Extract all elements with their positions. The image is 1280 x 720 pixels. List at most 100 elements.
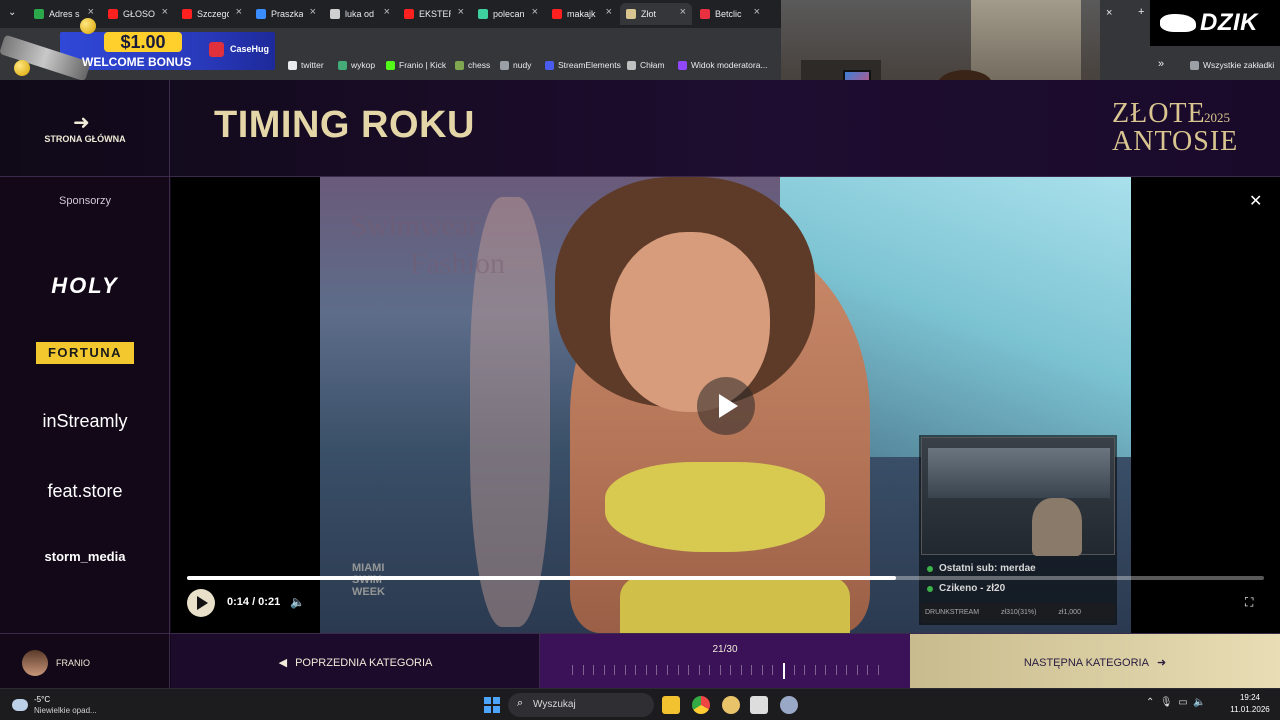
video-progress-bar[interactable] bbox=[187, 576, 1264, 580]
sponsors-sidebar: Sponsorzy HOLY FORTUNA inStreamly feat.s… bbox=[0, 177, 170, 633]
sponsor-fortuna[interactable]: FORTUNA bbox=[36, 342, 134, 364]
browser-tab[interactable]: luka od × bbox=[324, 3, 396, 25]
bookmark-item[interactable]: StreamElements bbox=[545, 60, 621, 70]
video-player[interactable]: Swimwear Fashion MIAMI SWIM WEEK ✕ Ostat… bbox=[171, 177, 1280, 633]
bookmark-item[interactable]: wykop bbox=[338, 60, 375, 70]
category-tick[interactable] bbox=[593, 665, 594, 675]
all-bookmarks-link[interactable]: Wszystkie zakładki bbox=[1190, 60, 1274, 70]
home-link[interactable]: ➜ STRONA GŁÓWNA bbox=[0, 80, 170, 177]
category-tick[interactable] bbox=[878, 665, 879, 675]
tab-favicon-icon bbox=[330, 9, 340, 19]
file-explorer-icon[interactable] bbox=[662, 696, 680, 714]
tab-list-chevron-icon[interactable]: ⌄ bbox=[8, 7, 16, 18]
category-tick[interactable] bbox=[625, 665, 626, 675]
category-tick[interactable] bbox=[804, 665, 805, 675]
tab-close-icon[interactable]: × bbox=[384, 6, 390, 18]
category-tick[interactable] bbox=[751, 665, 752, 675]
category-tick[interactable] bbox=[825, 665, 826, 675]
close-icon[interactable]: ✕ bbox=[1249, 191, 1262, 211]
volume-icon[interactable]: 🔈 bbox=[290, 595, 305, 609]
sponsor-featstore[interactable]: feat.store bbox=[20, 481, 150, 511]
tab-close-icon[interactable]: × bbox=[458, 6, 464, 18]
next-category-button[interactable]: NASTĘPNA KATEGORIA ➜ bbox=[910, 634, 1280, 689]
windows-start-icon[interactable] bbox=[484, 697, 500, 713]
category-tick[interactable] bbox=[614, 665, 615, 675]
video-progress-fill bbox=[187, 576, 896, 580]
bookmark-item[interactable]: nudy bbox=[500, 60, 531, 70]
weather-description: Niewielkie opad... bbox=[34, 706, 97, 715]
coin-graphic bbox=[80, 18, 96, 34]
tab-close-icon[interactable]: × bbox=[162, 6, 168, 18]
bookmarks-overflow-icon[interactable]: » bbox=[1158, 58, 1164, 70]
new-tab-icon[interactable]: + bbox=[1138, 6, 1144, 18]
chess-icon bbox=[455, 60, 464, 70]
category-tick[interactable] bbox=[836, 665, 837, 675]
tab-favicon-icon bbox=[552, 9, 562, 19]
category-tick[interactable] bbox=[720, 665, 721, 675]
category-tick[interactable] bbox=[846, 665, 847, 675]
play-overlay-button[interactable] bbox=[697, 377, 755, 435]
browser-tab[interactable]: polecan × bbox=[472, 3, 544, 25]
category-tick[interactable] bbox=[656, 665, 657, 675]
app-icon[interactable] bbox=[722, 696, 740, 714]
browser-tab[interactable]: makajk × bbox=[546, 3, 618, 25]
bookmark-item[interactable]: chess bbox=[455, 60, 490, 70]
category-tick[interactable] bbox=[667, 665, 668, 675]
category-tick[interactable] bbox=[583, 665, 584, 675]
category-tick[interactable] bbox=[772, 665, 773, 675]
play-button[interactable] bbox=[187, 589, 215, 617]
ad-welcome-text: WELCOME BONUS bbox=[82, 55, 192, 69]
tab-close-icon[interactable]: × bbox=[310, 6, 316, 18]
browser-tab[interactable]: Złot × bbox=[620, 3, 692, 25]
taskbar-search[interactable]: ⌕ Wyszukaj bbox=[508, 693, 654, 717]
category-tick[interactable] bbox=[762, 665, 763, 675]
video-time: 0:14 / 0:21 bbox=[227, 596, 281, 608]
app-icon[interactable] bbox=[750, 696, 768, 714]
category-tick[interactable] bbox=[688, 665, 689, 675]
category-tick[interactable] bbox=[699, 665, 700, 675]
category-tick[interactable] bbox=[678, 665, 679, 675]
category-tick[interactable] bbox=[572, 665, 573, 675]
boar-logo-icon bbox=[1160, 14, 1196, 32]
tab-close-icon[interactable]: × bbox=[606, 6, 612, 18]
category-tick[interactable] bbox=[794, 665, 795, 675]
chrome-icon[interactable] bbox=[692, 696, 710, 714]
user-profile[interactable]: FRANIO bbox=[0, 634, 170, 689]
category-tick[interactable] bbox=[604, 665, 605, 675]
sponsor-holy[interactable]: HOLY bbox=[20, 273, 150, 303]
tab-close-icon[interactable]: × bbox=[532, 6, 538, 18]
category-tick[interactable] bbox=[857, 665, 858, 675]
browser-tab[interactable]: Betclic × bbox=[694, 3, 766, 25]
bookmark-label: wykop bbox=[351, 60, 376, 70]
weather-widget[interactable]: -5°C Niewielkie opad... bbox=[12, 694, 132, 718]
browser-tab[interactable]: EKSTER × bbox=[398, 3, 470, 25]
bookmark-item[interactable]: Widok moderatora... bbox=[678, 60, 768, 70]
category-tick[interactable] bbox=[867, 665, 868, 675]
category-tick[interactable] bbox=[709, 665, 710, 675]
casehug-ad-overlay[interactable]: $1.00 WELCOME BONUS CaseHug bbox=[0, 18, 275, 82]
fullscreen-icon[interactable]: ⛶ bbox=[1245, 595, 1253, 610]
sponsor-instreamly[interactable]: inStreamly bbox=[20, 411, 150, 441]
page-title: TIMING ROKU bbox=[214, 104, 475, 146]
category-tick[interactable] bbox=[730, 665, 731, 675]
tab-favicon-icon bbox=[700, 9, 710, 19]
bookmark-item[interactable]: twitter bbox=[288, 60, 324, 70]
tab-close-icon[interactable]: × bbox=[236, 6, 242, 18]
tab-close-icon[interactable]: × bbox=[754, 6, 760, 18]
sponsor-stormmedia[interactable]: storm_media bbox=[20, 549, 150, 579]
tab-close-icon[interactable]: × bbox=[1106, 7, 1112, 19]
bookmark-item[interactable]: Franio | Kick bbox=[386, 60, 446, 70]
previous-category-button[interactable]: ◀ POPRZEDNIA KATEGORIA bbox=[171, 634, 540, 689]
tab-close-icon[interactable]: × bbox=[88, 6, 94, 18]
category-tick[interactable] bbox=[815, 665, 816, 675]
settings-gear-icon[interactable] bbox=[780, 696, 798, 714]
tab-close-icon[interactable]: × bbox=[680, 6, 686, 18]
category-tick-current[interactable] bbox=[783, 663, 785, 679]
bookmark-item[interactable]: Chłam bbox=[627, 60, 665, 70]
system-tray[interactable]: ⌃ 🎙 ▭ 🔈 bbox=[1146, 697, 1206, 708]
taskbar-clock[interactable]: 19:24 11.01.2026 bbox=[1226, 692, 1274, 716]
category-tick[interactable] bbox=[635, 665, 636, 675]
category-tick[interactable] bbox=[646, 665, 647, 675]
tab-favicon-icon bbox=[182, 9, 192, 19]
category-tick[interactable] bbox=[741, 665, 742, 675]
